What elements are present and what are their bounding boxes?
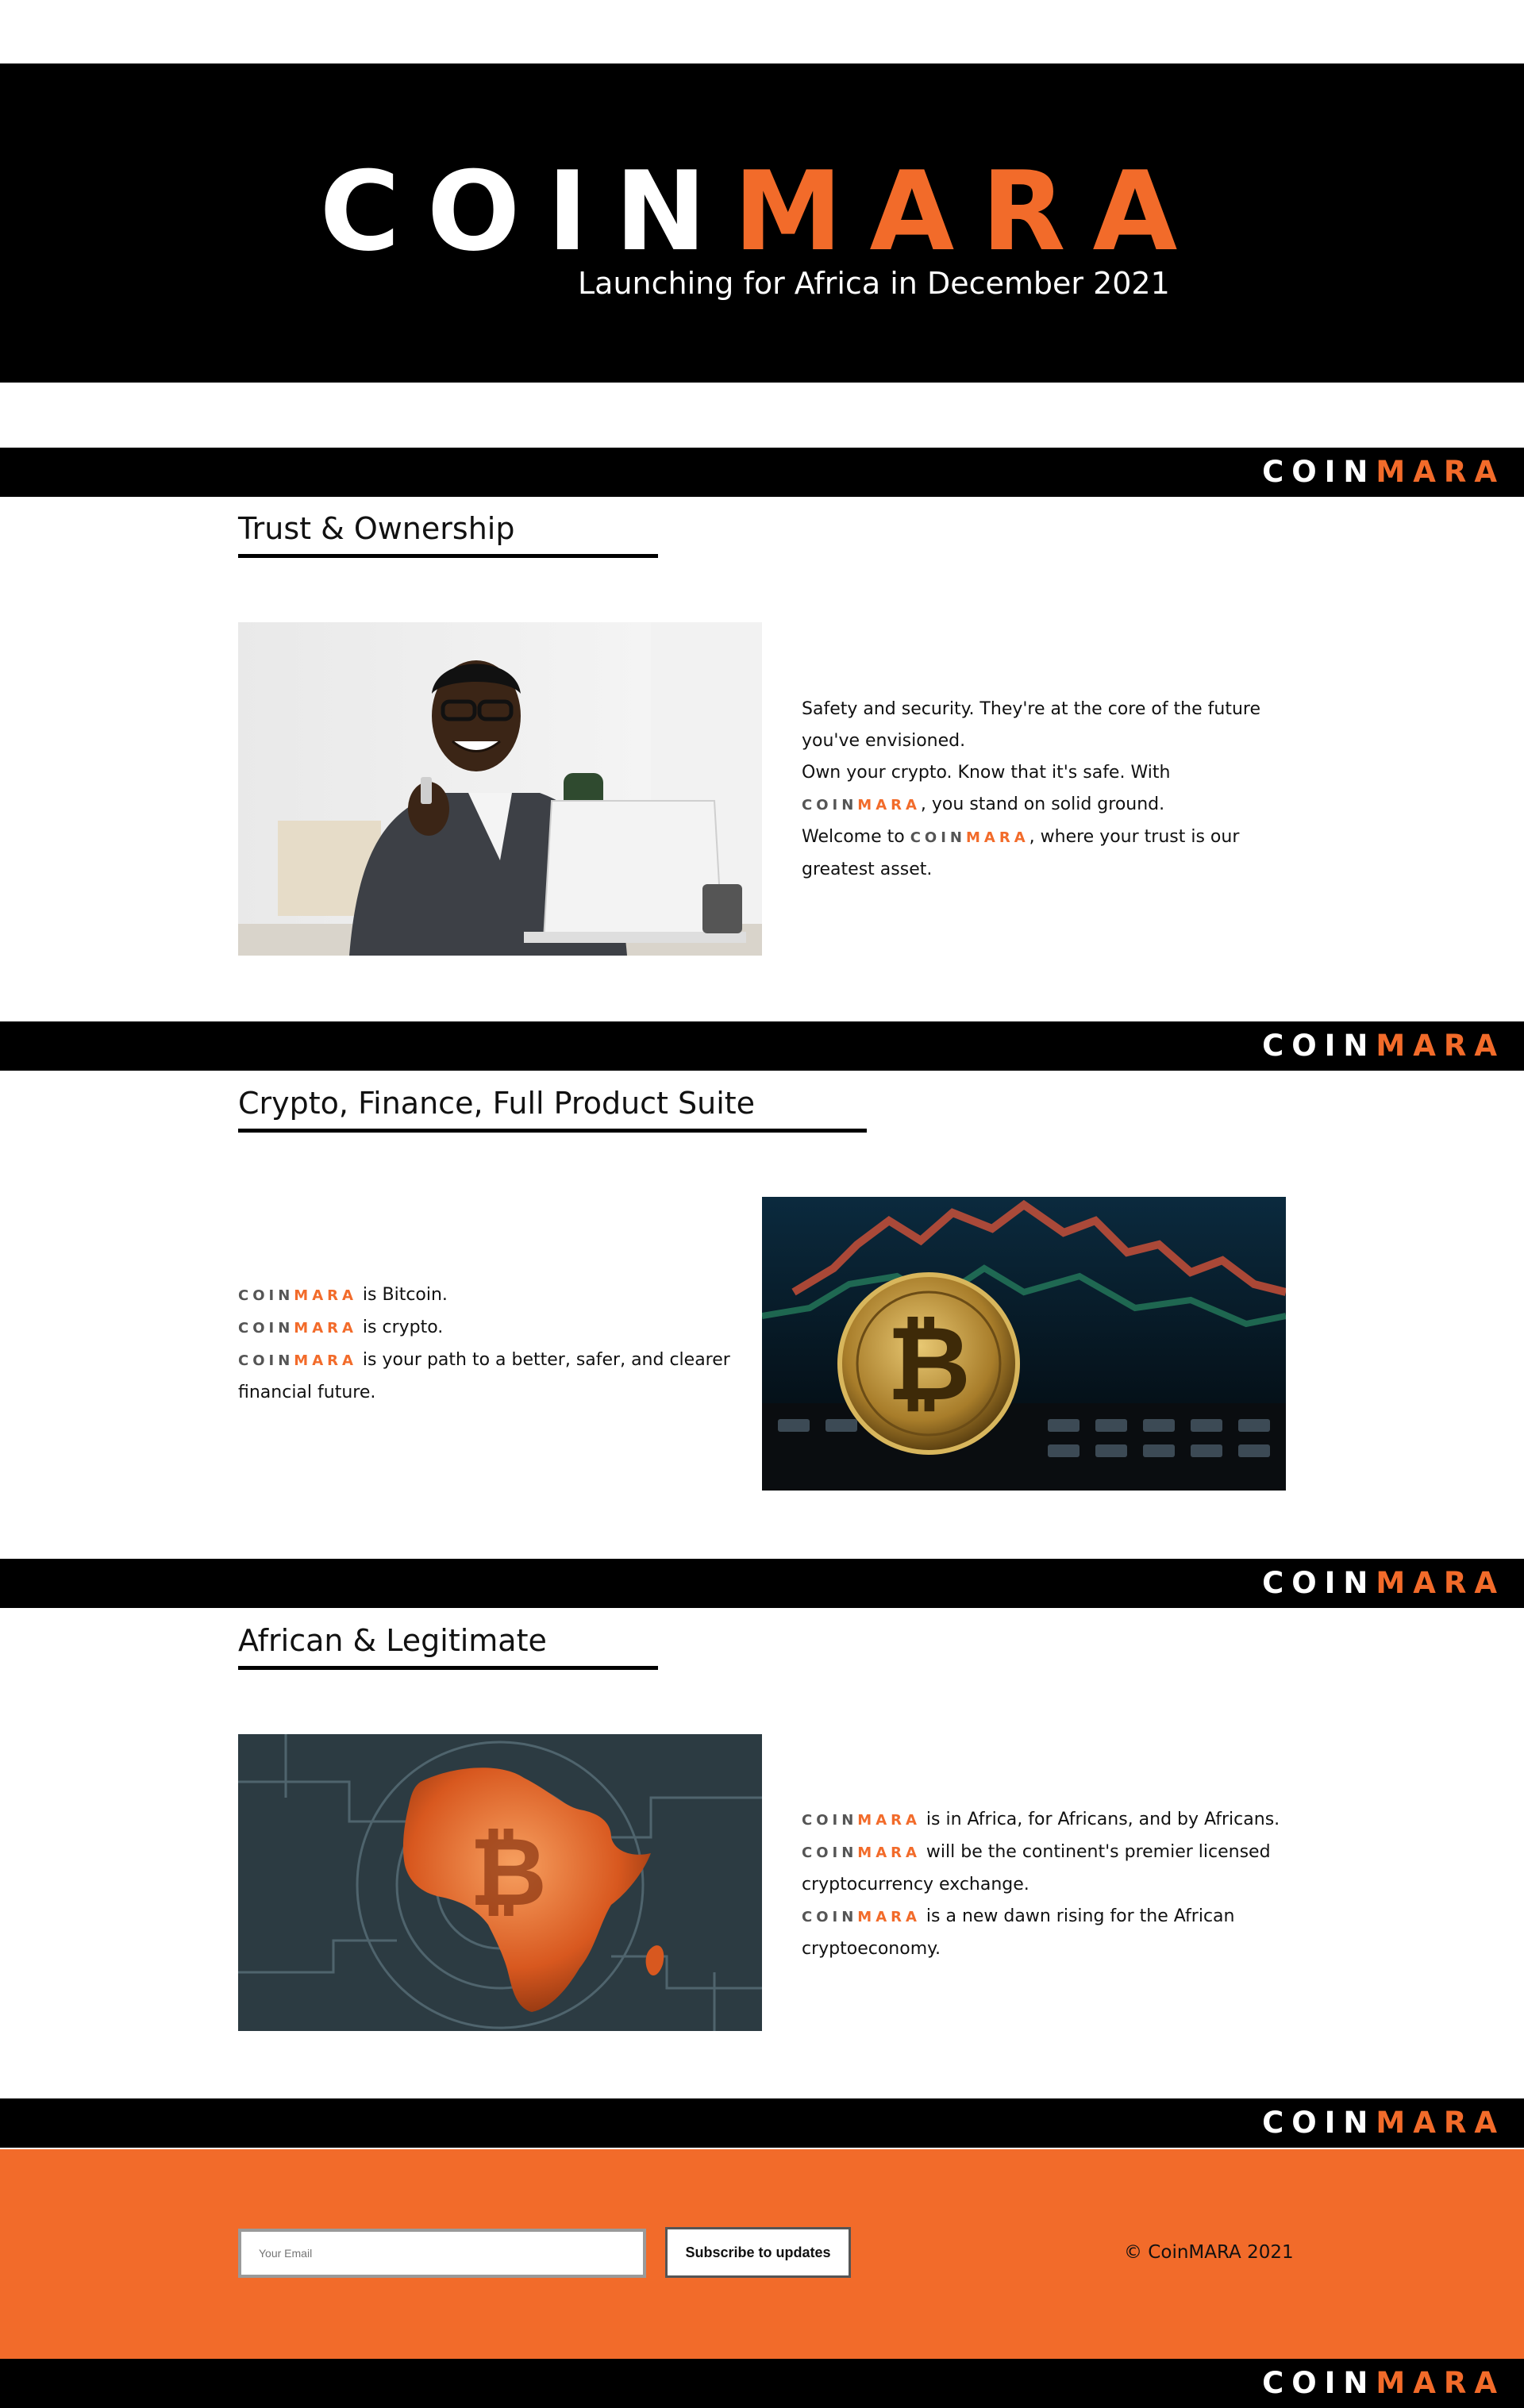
coinmara-inline-logo: COINMARA: [238, 1352, 357, 1369]
coinmara-logo-small: COINMARA: [1262, 2106, 1505, 2140]
coinmara-inline-logo: COINMARA: [802, 797, 921, 814]
section-divider-bar: COINMARA: [0, 1559, 1524, 1608]
coinmara-inline-logo: COINMARA: [802, 1909, 921, 1925]
svg-text:₿: ₿: [469, 1818, 547, 1928]
section-body-african: COINMARA is in Africa, for Africans, and…: [802, 1804, 1310, 1965]
heading-underline: [238, 1666, 658, 1670]
coinmara-inline-logo: COINMARA: [910, 829, 1029, 846]
body-line: , you stand on solid ground.: [920, 794, 1165, 814]
image-bitcoin-coin: ₿: [762, 1197, 1286, 1491]
subscribe-button[interactable]: Subscribe to updates: [665, 2227, 851, 2278]
section-heading-trust: Trust & Ownership: [238, 511, 515, 546]
hero-banner: COINMARA Launching for Africa in Decembe…: [0, 63, 1524, 383]
svg-text:₿: ₿: [887, 1303, 971, 1424]
coinmara-inline-logo: COINMARA: [802, 1812, 921, 1829]
coinmara-inline-logo: COINMARA: [238, 1320, 357, 1337]
footer-bottom-bar: COINMARA: [0, 2359, 1524, 2408]
body-line: Welcome to: [802, 827, 905, 847]
body-line: is in Africa, for Africans, and by Afric…: [920, 1810, 1280, 1829]
copyright-text: © CoinMARA 2021: [1124, 2242, 1294, 2263]
coinmara-logo-small: COINMARA: [1262, 2366, 1505, 2400]
image-africa-bitcoin: ₿: [238, 1734, 762, 2031]
heading-underline: [238, 1129, 867, 1133]
body-line: Own your crypto. Know that it's safe. Wi…: [802, 763, 1171, 783]
section-divider-bar: COINMARA: [0, 1021, 1524, 1071]
bitcoin-photo: ₿: [762, 1197, 1286, 1491]
coinmara-logo-small: COINMARA: [1262, 1566, 1505, 1600]
section-body-trust: Safety and security. They're at the core…: [802, 694, 1278, 886]
hero-tagline: Launching for Africa in December 2021: [578, 266, 1170, 301]
section-divider-bar: COINMARA: [0, 448, 1524, 497]
section-divider-bar: COINMARA: [0, 2098, 1524, 2148]
email-input[interactable]: [238, 2229, 646, 2278]
body-line: Safety and security. They're at the core…: [802, 699, 1261, 751]
heading-underline: [238, 554, 658, 558]
coinmara-inline-logo: COINMARA: [802, 1844, 921, 1861]
coinmara-inline-logo: COINMARA: [238, 1287, 357, 1304]
section-heading-crypto: Crypto, Finance, Full Product Suite: [238, 1086, 756, 1121]
businessman-photo: [238, 622, 762, 956]
section-heading-african: African & Legitimate: [238, 1623, 547, 1658]
africa-photo: ₿: [238, 1734, 762, 2031]
body-line: is crypto.: [356, 1317, 444, 1337]
image-businessman: [238, 622, 762, 956]
coinmara-logo: COINMARA: [319, 148, 1205, 275]
section-body-crypto: COINMARA is Bitcoin. COINMARA is crypto.…: [238, 1279, 746, 1409]
coinmara-logo-small: COINMARA: [1262, 1029, 1505, 1063]
coinmara-logo-small: COINMARA: [1262, 455, 1505, 489]
body-line: is Bitcoin.: [356, 1285, 448, 1305]
